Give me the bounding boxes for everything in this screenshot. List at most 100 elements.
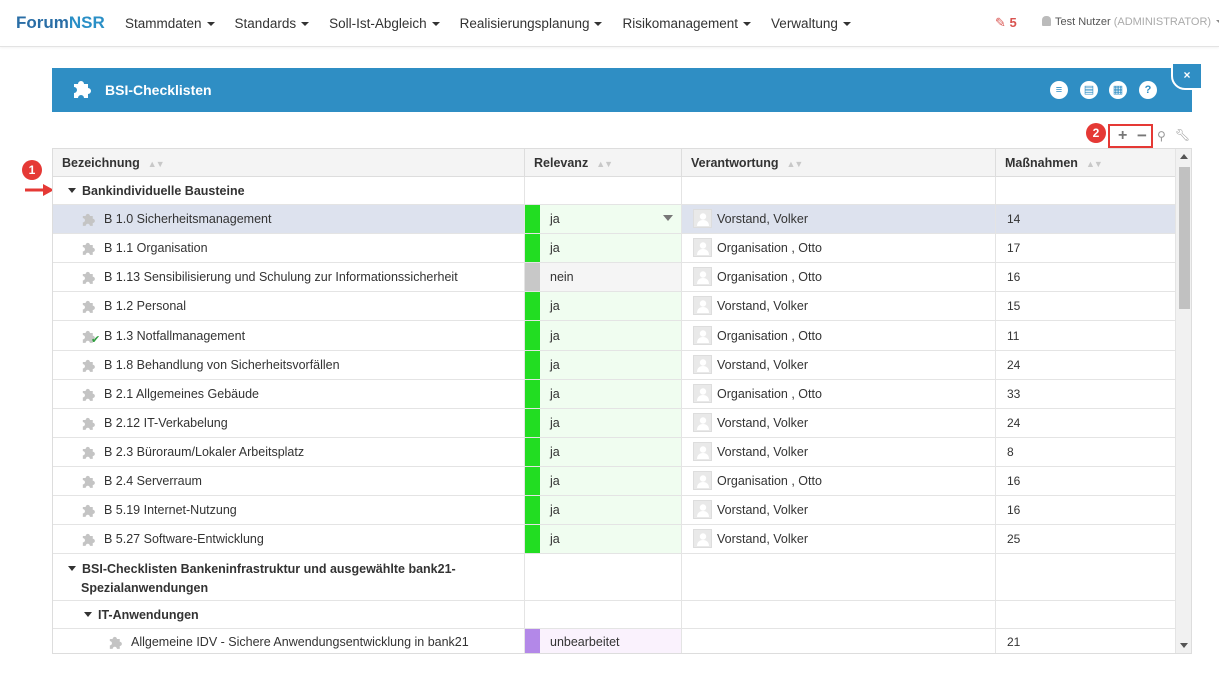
table-row[interactable]: B 1.1 Organisation ja Organisation , Otto 1… — [53, 234, 1175, 263]
collapse-all-icon[interactable]: − — [1137, 126, 1147, 146]
callout-2: 2 — [1086, 123, 1106, 143]
user-menu[interactable]: Test Nutzer (ADMINISTRATOR) — [1042, 16, 1219, 28]
table-row[interactable]: B 1.2 Personal ja Vorstand, Volker 15 — [53, 292, 1175, 321]
table-row[interactable]: B 1.0 Sicherheitsmanagement ja Vorstand, V… — [53, 205, 1175, 234]
scroll-down-icon[interactable] — [1180, 643, 1188, 648]
table-row[interactable]: B 2.12 IT-Verkabelung ja Vorstand, Volker 2… — [53, 409, 1175, 438]
scrollbar[interactable] — [1175, 149, 1191, 653]
wrench-icon[interactable]: 🔧︎ — [1175, 128, 1190, 142]
cell: ja — [525, 321, 682, 350]
cell: nein — [525, 263, 682, 291]
responsible-person[interactable]: Organisation , Otto — [717, 474, 822, 488]
cell: B 1.2 Personal — [53, 292, 525, 320]
responsible-person[interactable]: Vorstand, Volker — [717, 299, 808, 313]
relevance-value[interactable]: ja — [550, 387, 560, 401]
edit-counter[interactable]: ✎ 5 — [995, 15, 1017, 31]
responsible-person[interactable]: Vorstand, Volker — [717, 416, 808, 430]
cell — [525, 177, 682, 204]
responsible-person[interactable]: Vorstand, Volker — [717, 212, 808, 226]
relevance-value[interactable]: unbearbeitet — [550, 635, 620, 649]
responsible-person[interactable]: Organisation , Otto — [717, 241, 822, 255]
table-row[interactable]: B 2.3 Büroraum/Lokaler Arbeitsplatz ja Vor… — [53, 438, 1175, 467]
responsible-person[interactable]: Vorstand, Volker — [717, 532, 808, 546]
col-relevanz[interactable]: Relevanz ▲▼ — [525, 149, 682, 177]
list-view-button[interactable]: ≡ — [1050, 81, 1068, 99]
menu-stammdaten[interactable]: Stammdaten — [115, 0, 225, 47]
table-row[interactable]: B 1.13 Sensibilisierung und Schulung zur… — [53, 263, 1175, 292]
sort-icon[interactable]: ▲▼ — [148, 159, 165, 169]
responsible-person[interactable]: Organisation , Otto — [717, 329, 822, 343]
responsible-person[interactable]: Organisation , Otto — [717, 387, 822, 401]
relevance-value[interactable]: ja — [550, 241, 560, 255]
relevance-value[interactable]: ja — [550, 212, 560, 226]
collapse-triangle-icon[interactable] — [84, 612, 92, 617]
cell: 25 — [996, 525, 1175, 553]
cell: ja — [525, 205, 682, 233]
row-name: B 2.1 Allgemeines Gebäude — [104, 387, 259, 401]
menu-risikomanagement[interactable]: Risikomanagement — [612, 0, 761, 47]
sort-icon[interactable]: ▲▼ — [596, 159, 613, 169]
cell — [996, 177, 1175, 204]
cell: Vorstand, Volker — [682, 351, 996, 379]
scroll-thumb[interactable] — [1179, 167, 1190, 309]
menu-realisierungsplanung[interactable]: Realisierungsplanung — [450, 0, 613, 47]
table-row[interactable]: ✔ B 1.3 Notfallmanagement ja Organisation ,… — [53, 321, 1175, 351]
top-navbar: ForumNSR Stammdaten Standards Soll-Ist-A… — [0, 0, 1219, 47]
col-bezeichnung[interactable]: Bezeichnung ▲▼ — [53, 149, 525, 177]
table-row[interactable]: B 1.8 Behandlung von Sicherheitsvorfälle… — [53, 351, 1175, 380]
puzzle-icon — [80, 298, 97, 315]
pdf-export-button[interactable]: ▤ — [1080, 81, 1098, 99]
table-row[interactable]: B 2.1 Allgemeines Gebäude ja Organisation … — [53, 380, 1175, 409]
col-verantwortung[interactable]: Verantwortung ▲▼ — [682, 149, 996, 177]
scroll-up-icon[interactable] — [1180, 154, 1188, 159]
brand-logo[interactable]: ForumNSR — [16, 13, 105, 33]
cell: Vorstand, Volker — [682, 292, 996, 320]
relevance-value[interactable]: ja — [550, 474, 560, 488]
subgroup-title[interactable]: IT-Anwendungen — [84, 608, 199, 622]
sort-icon[interactable]: ▲▼ — [1086, 159, 1103, 169]
cell: Vorstand, Volker — [682, 438, 996, 466]
table-row[interactable]: B 2.4 Serverraum ja Organisation , Otto 16 — [53, 467, 1175, 496]
cell: ja — [525, 380, 682, 408]
relevance-value[interactable]: ja — [550, 299, 560, 313]
group-title[interactable]: Bankindividuelle Bausteine — [68, 184, 245, 198]
subgroup-row[interactable]: IT-Anwendungen — [53, 601, 1175, 629]
responsible-person[interactable]: Vorstand, Volker — [717, 358, 808, 372]
menu-soll-ist-abgleich[interactable]: Soll-Ist-Abgleich — [319, 0, 450, 47]
collapse-triangle-icon[interactable] — [68, 566, 76, 571]
excel-export-button[interactable]: ▦ — [1109, 81, 1127, 99]
responsible-person[interactable]: Vorstand, Volker — [717, 503, 808, 517]
col-massnahmen[interactable]: Maßnahmen ▲▼ — [996, 149, 1175, 177]
relevance-value[interactable]: ja — [550, 329, 560, 343]
group-row[interactable]: BSI-Checklisten Bankeninfrastruktur und … — [53, 554, 1175, 601]
group-row[interactable]: Bankindividuelle Bausteine — [53, 177, 1175, 205]
row-name: B 1.8 Behandlung von Sicherheitsvorfälle… — [104, 358, 340, 372]
table-row[interactable]: B 5.19 Internet-Nutzung ja Vorstand, Volke… — [53, 496, 1175, 525]
relevance-value[interactable]: ja — [550, 416, 560, 430]
table-row[interactable]: B 5.27 Software-Entwicklung ja Vorstand, V… — [53, 525, 1175, 554]
relevance-value[interactable]: nein — [550, 270, 574, 284]
cell: 14 — [996, 205, 1175, 233]
relevance-value[interactable]: ja — [550, 532, 560, 546]
person-icon — [693, 326, 712, 345]
cell: ja — [525, 438, 682, 466]
help-button[interactable]: ? — [1139, 81, 1157, 99]
measure-count: 11 — [1007, 329, 1020, 343]
responsible-person[interactable]: Organisation , Otto — [717, 270, 822, 284]
collapse-triangle-icon[interactable] — [68, 188, 76, 193]
dropdown-arrow-icon[interactable] — [663, 215, 673, 221]
menu-verwaltung[interactable]: Verwaltung — [761, 0, 861, 47]
search-icon[interactable]: ⚲ — [1157, 129, 1166, 143]
menu-standards[interactable]: Standards — [225, 0, 320, 47]
responsible-person[interactable]: Vorstand, Volker — [717, 445, 808, 459]
cell: B 1.13 Sensibilisierung und Schulung zur… — [53, 263, 525, 291]
sort-icon[interactable]: ▲▼ — [787, 159, 804, 169]
close-button[interactable]: × — [1171, 62, 1203, 90]
measure-count: 25 — [1007, 532, 1021, 546]
relevance-value[interactable]: ja — [550, 503, 560, 517]
expand-all-icon[interactable]: + — [1118, 127, 1127, 145]
group-title[interactable]: BSI-Checklisten Bankeninfrastruktur und … — [68, 560, 456, 598]
relevance-value[interactable]: ja — [550, 445, 560, 459]
table-row[interactable]: Allgemeine IDV - Sichere Anwendungsentwi… — [53, 629, 1175, 653]
relevance-value[interactable]: ja — [550, 358, 560, 372]
